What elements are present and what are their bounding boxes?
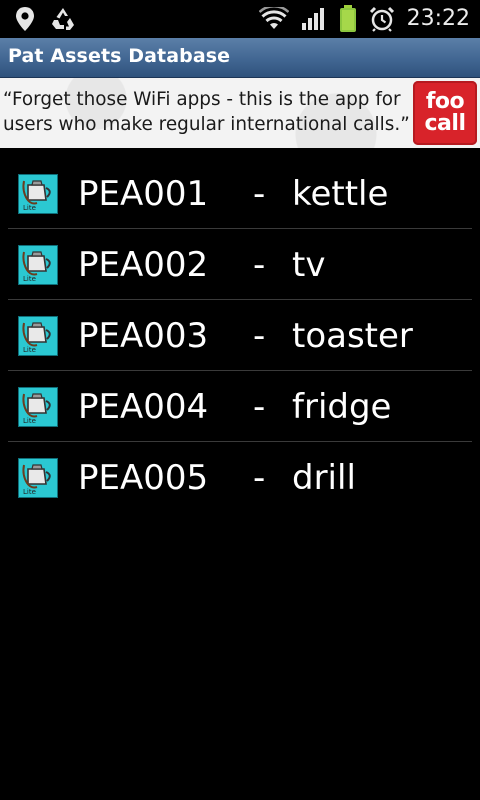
signal-icon xyxy=(301,7,327,31)
asset-separator: - xyxy=(253,174,266,214)
clock-time: 23:22 xyxy=(406,6,470,31)
asset-name: toaster xyxy=(292,316,413,356)
svg-text:Lite: Lite xyxy=(23,204,36,212)
alarm-icon xyxy=(369,6,395,32)
wifi-icon xyxy=(258,7,289,31)
svg-text:Lite: Lite xyxy=(23,346,36,354)
asset-code: PEA003 xyxy=(78,316,209,356)
asset-code: PEA004 xyxy=(78,387,209,427)
ad-text[interactable]: “Forget those WiFi apps - this is the ap… xyxy=(3,87,413,137)
asset-list: Lite PEA001 - kettle Lite PEA002 - tv Li… xyxy=(0,158,480,512)
asset-separator: - xyxy=(253,387,266,427)
asset-name: fridge xyxy=(292,387,392,427)
ad-text-line-1: “Forget those WiFi apps - this is the ap… xyxy=(3,89,401,110)
foocall-logo[interactable]: foo call xyxy=(413,81,477,145)
asset-app-icon: Lite xyxy=(18,458,58,498)
asset-code: PEA005 xyxy=(78,458,209,498)
svg-text:Lite: Lite xyxy=(23,488,36,496)
asset-name: tv xyxy=(292,245,326,285)
app-title: Pat Assets Database xyxy=(8,45,231,67)
asset-list-item[interactable]: Lite PEA005 - drill xyxy=(8,442,472,512)
status-bar: 23:22 xyxy=(0,0,480,38)
asset-app-icon: Lite xyxy=(18,387,58,427)
asset-list-item[interactable]: Lite PEA001 - kettle xyxy=(8,158,472,229)
asset-code: PEA001 xyxy=(78,174,209,214)
asset-list-item[interactable]: Lite PEA004 - fridge xyxy=(8,371,472,442)
foocall-logo-top: foo xyxy=(425,89,465,114)
svg-text:Lite: Lite xyxy=(23,417,36,425)
asset-separator: - xyxy=(253,458,266,498)
recycle-icon xyxy=(50,6,76,32)
asset-app-icon: Lite xyxy=(18,174,58,214)
app-title-bar: Pat Assets Database xyxy=(0,38,480,78)
asset-list-item[interactable]: Lite PEA003 - toaster xyxy=(8,300,472,371)
asset-app-icon: Lite xyxy=(18,245,58,285)
svg-text:Lite: Lite xyxy=(23,275,36,283)
battery-icon xyxy=(339,5,357,33)
asset-app-icon: Lite xyxy=(18,316,58,356)
asset-separator: - xyxy=(253,316,266,356)
location-icon xyxy=(14,6,36,32)
asset-separator: - xyxy=(253,245,266,285)
asset-name: kettle xyxy=(292,174,389,214)
asset-name: drill xyxy=(292,458,356,498)
asset-list-item[interactable]: Lite PEA002 - tv xyxy=(8,229,472,300)
ad-banner[interactable]: “Forget those WiFi apps - this is the ap… xyxy=(0,78,480,148)
asset-code: PEA002 xyxy=(78,245,209,285)
foocall-logo-bottom: call xyxy=(424,111,466,136)
ad-text-line-2: users who make regular international cal… xyxy=(3,114,410,135)
